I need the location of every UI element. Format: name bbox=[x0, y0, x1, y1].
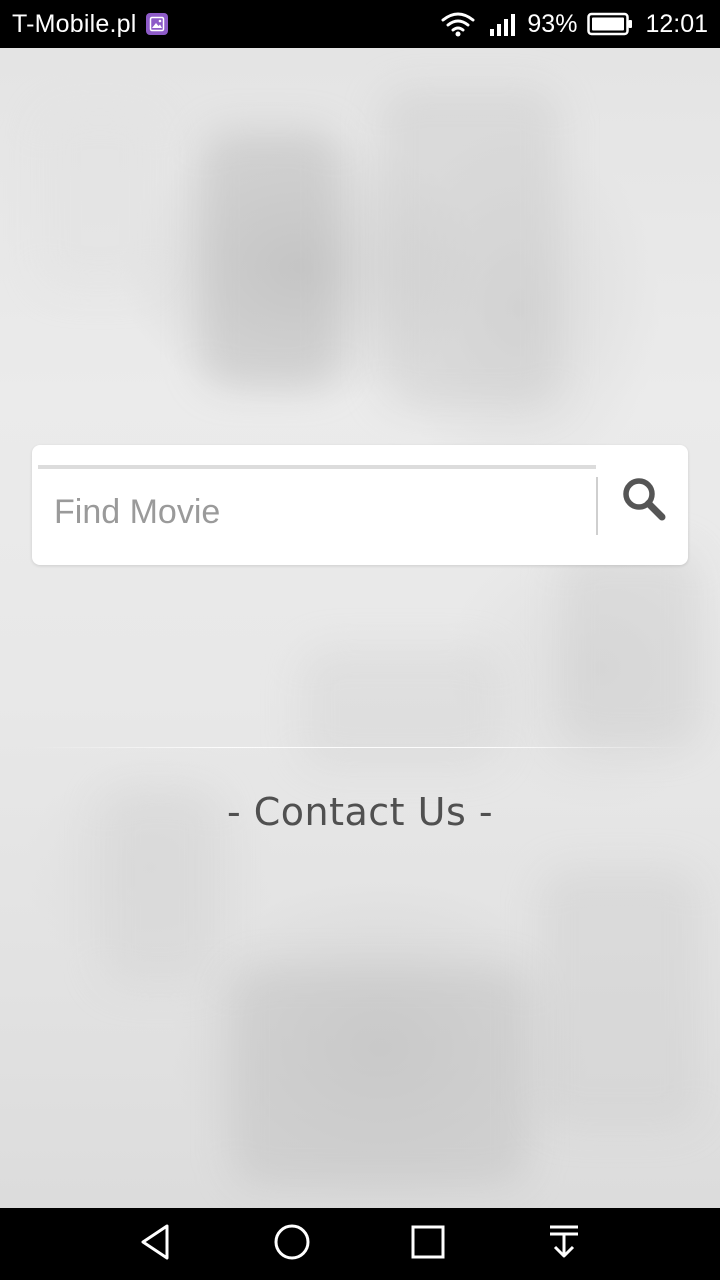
signal-icon bbox=[489, 11, 521, 37]
back-icon bbox=[136, 1222, 176, 1267]
battery-percent: 93% bbox=[527, 9, 578, 38]
home-button[interactable] bbox=[252, 1208, 332, 1280]
blurred-background bbox=[0, 48, 720, 1208]
search-card bbox=[32, 445, 688, 565]
notifications-pull-icon bbox=[544, 1222, 584, 1267]
search-button[interactable] bbox=[606, 463, 682, 539]
home-icon bbox=[272, 1222, 312, 1267]
status-bar: T-Mobile.pl 93% 12:01 bbox=[0, 0, 720, 48]
search-icon bbox=[620, 475, 668, 528]
status-icons: 93% 12:01 bbox=[441, 10, 708, 39]
back-button[interactable] bbox=[116, 1208, 196, 1280]
carrier-name: T-Mobile.pl bbox=[12, 9, 137, 38]
wifi-icon bbox=[441, 11, 475, 37]
section-divider bbox=[30, 747, 690, 748]
contact-us-link[interactable]: - Contact Us - bbox=[0, 790, 720, 834]
find-movie-input[interactable] bbox=[38, 465, 596, 555]
navigation-bar bbox=[0, 1208, 720, 1280]
battery-icon bbox=[587, 12, 633, 36]
recents-button[interactable] bbox=[388, 1208, 468, 1280]
gallery-notification-icon bbox=[146, 13, 169, 35]
recents-icon bbox=[408, 1222, 448, 1267]
search-divider bbox=[596, 477, 598, 535]
clock: 12:01 bbox=[645, 9, 708, 38]
notifications-pull-button[interactable] bbox=[524, 1208, 604, 1280]
